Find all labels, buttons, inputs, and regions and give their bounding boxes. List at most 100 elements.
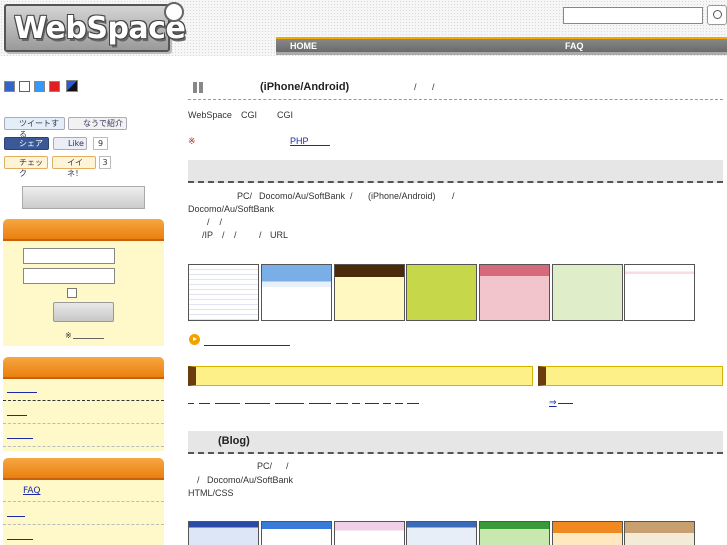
desc-text: / — [286, 461, 289, 471]
signup-button[interactable] — [22, 186, 145, 209]
category-link[interactable] — [188, 403, 194, 404]
tweet-button[interactable]: ツイートする — [4, 117, 65, 139]
intro-text: WebSpace — [188, 110, 232, 120]
blog-thumbnail[interactable] — [261, 521, 332, 545]
menu-link[interactable] — [7, 392, 37, 393]
category-link[interactable] — [365, 403, 379, 404]
feature-bar — [188, 160, 723, 183]
menu1-header — [3, 357, 164, 379]
more-templates-link[interactable] — [204, 345, 290, 346]
site-logo[interactable]: WebSpace — [4, 4, 186, 52]
mixi-check-button[interactable]: チェック — [4, 156, 48, 178]
naude-button[interactable]: なうで紹介 — [68, 117, 127, 130]
blog-thumbnail[interactable] — [552, 521, 623, 545]
blog-thumbnail[interactable] — [188, 521, 259, 545]
menu-link[interactable] — [7, 438, 33, 439]
mixi-iine-button[interactable]: イイネ！ — [52, 156, 96, 178]
list-item[interactable] — [3, 526, 164, 545]
site-header: WebSpace HOME FAQ — [0, 0, 727, 56]
template-thumbnail[interactable] — [552, 264, 623, 321]
delicious-square-icon[interactable] — [66, 80, 78, 92]
faq-link[interactable]: FAQ — [23, 486, 40, 496]
php-link-underline — [306, 145, 330, 146]
login-id-field[interactable] — [23, 248, 115, 264]
category-link[interactable] — [383, 403, 391, 404]
menu-link[interactable] — [7, 539, 33, 540]
category-link[interactable] — [245, 403, 270, 404]
title-slash: / — [432, 82, 435, 92]
desc-text: Docomo/Au/SoftBank — [259, 191, 346, 201]
buzzurl-icon[interactable] — [34, 81, 45, 92]
category-link[interactable] — [275, 403, 304, 404]
livedoor-clip-icon[interactable] — [49, 81, 60, 92]
like-count: 9 — [93, 137, 108, 150]
template-thumbnail[interactable] — [406, 264, 477, 321]
blog-thumbnail[interactable] — [479, 521, 550, 545]
template-thumbnail[interactable] — [261, 264, 332, 321]
menu2-box: FAQ — [3, 480, 164, 545]
nav-faq[interactable]: FAQ — [565, 41, 584, 51]
category-link[interactable] — [199, 403, 210, 404]
list-item[interactable]: FAQ — [3, 480, 164, 502]
category-link[interactable] — [407, 403, 419, 404]
hatena-bookmark-icon[interactable] — [4, 81, 15, 92]
facebook-share-button[interactable]: シェア — [4, 137, 49, 150]
blog-thumbnail[interactable] — [624, 521, 695, 545]
search-input[interactable] — [563, 7, 703, 24]
blog-thumbnail[interactable] — [406, 521, 477, 545]
desc-text: / / — [207, 217, 223, 227]
menu-link[interactable] — [7, 516, 25, 517]
arrow-link-underline[interactable] — [558, 403, 573, 404]
login-note: ※ — [65, 331, 72, 340]
blog-thumbnail[interactable] — [334, 521, 405, 545]
menu-link[interactable] — [7, 415, 27, 416]
desc-text: PC/ — [257, 461, 273, 471]
nav-stripe — [276, 52, 727, 55]
desc-text: / — [234, 230, 237, 240]
template-thumbnail[interactable] — [624, 264, 695, 321]
section-title: (iPhone/Android) — [260, 81, 350, 93]
title-slash: / — [414, 82, 417, 92]
desc-text: / — [452, 191, 455, 201]
desc-text: /IP — [202, 230, 214, 240]
remember-checkbox[interactable] — [67, 288, 77, 298]
iine-count: 3 — [99, 156, 111, 169]
delicious-icon[interactable] — [19, 81, 30, 92]
desc-text: URL — [270, 230, 289, 240]
menu1-box — [3, 379, 164, 451]
desc-text: / — [222, 230, 225, 240]
nav-home[interactable]: HOME — [290, 41, 317, 51]
login-box-header — [3, 219, 164, 241]
blog-bar — [188, 431, 723, 454]
login-note-link[interactable] — [73, 338, 104, 339]
login-password-field[interactable] — [23, 268, 115, 284]
naude-label: なうで紹介 — [83, 119, 123, 128]
like-label: Like — [68, 139, 84, 148]
category-link[interactable] — [395, 403, 403, 404]
search-icon[interactable] — [707, 5, 727, 25]
desc-text: PC/ — [237, 191, 253, 201]
facebook-like-button[interactable]: Like — [53, 137, 87, 150]
logo-ring-icon — [164, 2, 184, 22]
note-mark: ※ — [188, 136, 196, 146]
list-item[interactable] — [3, 503, 164, 525]
template-thumbnail[interactable] — [334, 264, 405, 321]
section-icon — [193, 82, 204, 93]
category-link[interactable] — [336, 403, 348, 404]
category-link[interactable] — [215, 403, 240, 404]
template-thumbnail[interactable] — [479, 264, 550, 321]
category-link[interactable] — [309, 403, 331, 404]
list-item[interactable] — [3, 379, 164, 401]
play-icon[interactable] — [189, 334, 200, 345]
section-title: (Blog) — [218, 435, 250, 447]
tweet-label: ツイートする — [19, 119, 59, 139]
list-item[interactable] — [3, 402, 164, 424]
template-thumbnail[interactable] — [188, 264, 259, 321]
login-button[interactable] — [53, 302, 114, 322]
desc-text: HTML/CSS — [188, 488, 234, 498]
category-link[interactable] — [352, 403, 360, 404]
list-item[interactable] — [3, 425, 164, 447]
share-label: シェア — [19, 139, 43, 148]
desc-text: (iPhone/Android) — [368, 191, 436, 201]
arrow-link[interactable]: ⇒ — [549, 397, 557, 408]
